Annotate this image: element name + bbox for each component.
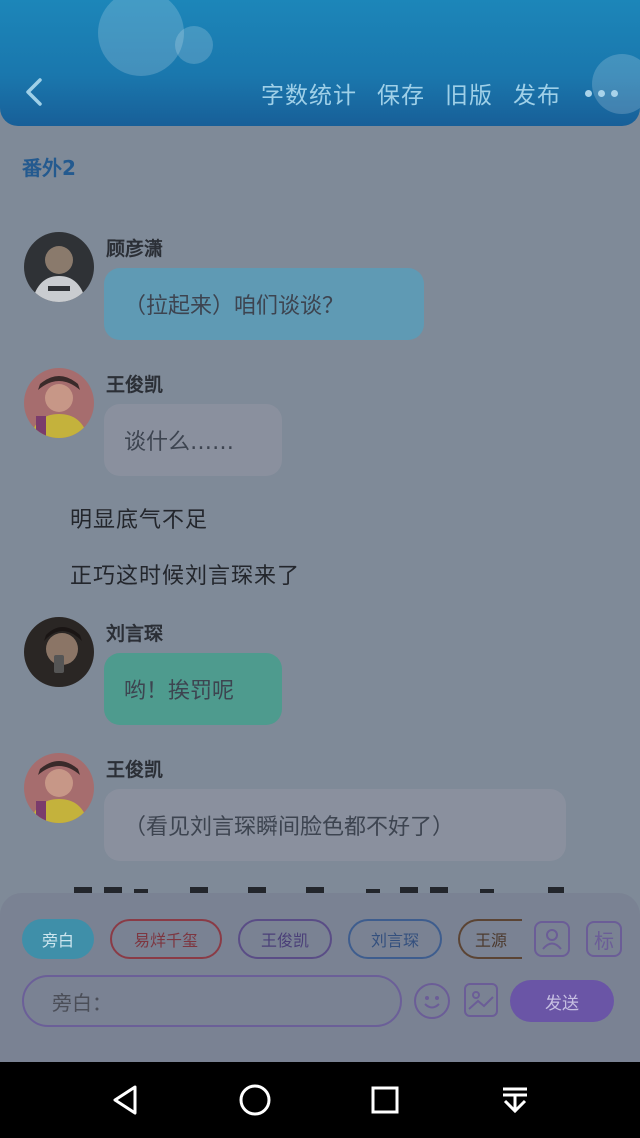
message-bubble[interactable]: （看见刘言琛瞬间脸色都不好了） (104, 789, 566, 861)
decor-bubble (175, 26, 213, 64)
sender-name: 顾彦潇 (106, 238, 164, 260)
role-selector: 旁白 易烊千玺 王俊凯 刘言琛 王源 (22, 919, 522, 959)
message-bubble[interactable]: 谈什么…… (104, 404, 282, 476)
decor-bubble (98, 0, 184, 76)
send-button[interactable]: 发送 (510, 980, 614, 1022)
role-chip[interactable]: 王俊凯 (238, 919, 332, 959)
tag-icon[interactable]: 标 (586, 921, 622, 957)
save-button[interactable]: 保存 (377, 76, 425, 110)
nav-back-icon[interactable] (103, 1078, 147, 1122)
role-chip[interactable]: 王源 (458, 919, 522, 959)
chapter-title[interactable]: 番外2 (22, 152, 76, 181)
narration-text[interactable]: 明显底气不足 (70, 502, 208, 534)
message-bubble[interactable]: 哟！挨罚呢 (104, 653, 282, 725)
back-arrow-icon (26, 78, 42, 106)
avatar[interactable] (24, 232, 94, 302)
back-button[interactable] (20, 74, 50, 110)
word-count-button[interactable]: 字数统计 (261, 76, 357, 110)
role-chip-narrator[interactable]: 旁白 (22, 919, 94, 959)
message-input[interactable]: 旁白： (22, 975, 402, 1027)
header-actions: 字数统计 保存 旧版 发布 (261, 76, 618, 110)
narration-text[interactable]: 正巧这时候刘言琛来了 (70, 558, 300, 590)
old-version-button[interactable]: 旧版 (445, 76, 493, 110)
sender-name: 王俊凯 (106, 374, 164, 396)
image-icon[interactable] (464, 983, 498, 1017)
avatar[interactable] (24, 617, 94, 687)
hidden-narration-edge (70, 880, 590, 894)
system-nav-bar (0, 1062, 640, 1138)
sender-name: 刘言琛 (106, 623, 164, 645)
avatar[interactable] (24, 368, 94, 438)
top-bar: 字数统计 保存 旧版 发布 (0, 0, 640, 126)
nav-home-icon[interactable] (233, 1078, 277, 1122)
more-icon[interactable] (585, 89, 618, 97)
nav-notifications-icon[interactable] (493, 1078, 537, 1122)
role-chip[interactable]: 易烊千玺 (110, 919, 222, 959)
input-panel: 旁白 易烊千玺 王俊凯 刘言琛 王源 标 旁白： 发送 (0, 893, 640, 1063)
sender-name: 王俊凯 (106, 759, 164, 781)
emoji-icon[interactable] (414, 983, 450, 1019)
role-chip[interactable]: 刘言琛 (348, 919, 442, 959)
nav-recents-icon[interactable] (363, 1078, 407, 1122)
message-bubble[interactable]: （拉起来）咱们谈谈？ (104, 268, 424, 340)
publish-button[interactable]: 发布 (513, 76, 561, 110)
add-role-icon[interactable] (534, 921, 570, 957)
avatar[interactable] (24, 753, 94, 823)
